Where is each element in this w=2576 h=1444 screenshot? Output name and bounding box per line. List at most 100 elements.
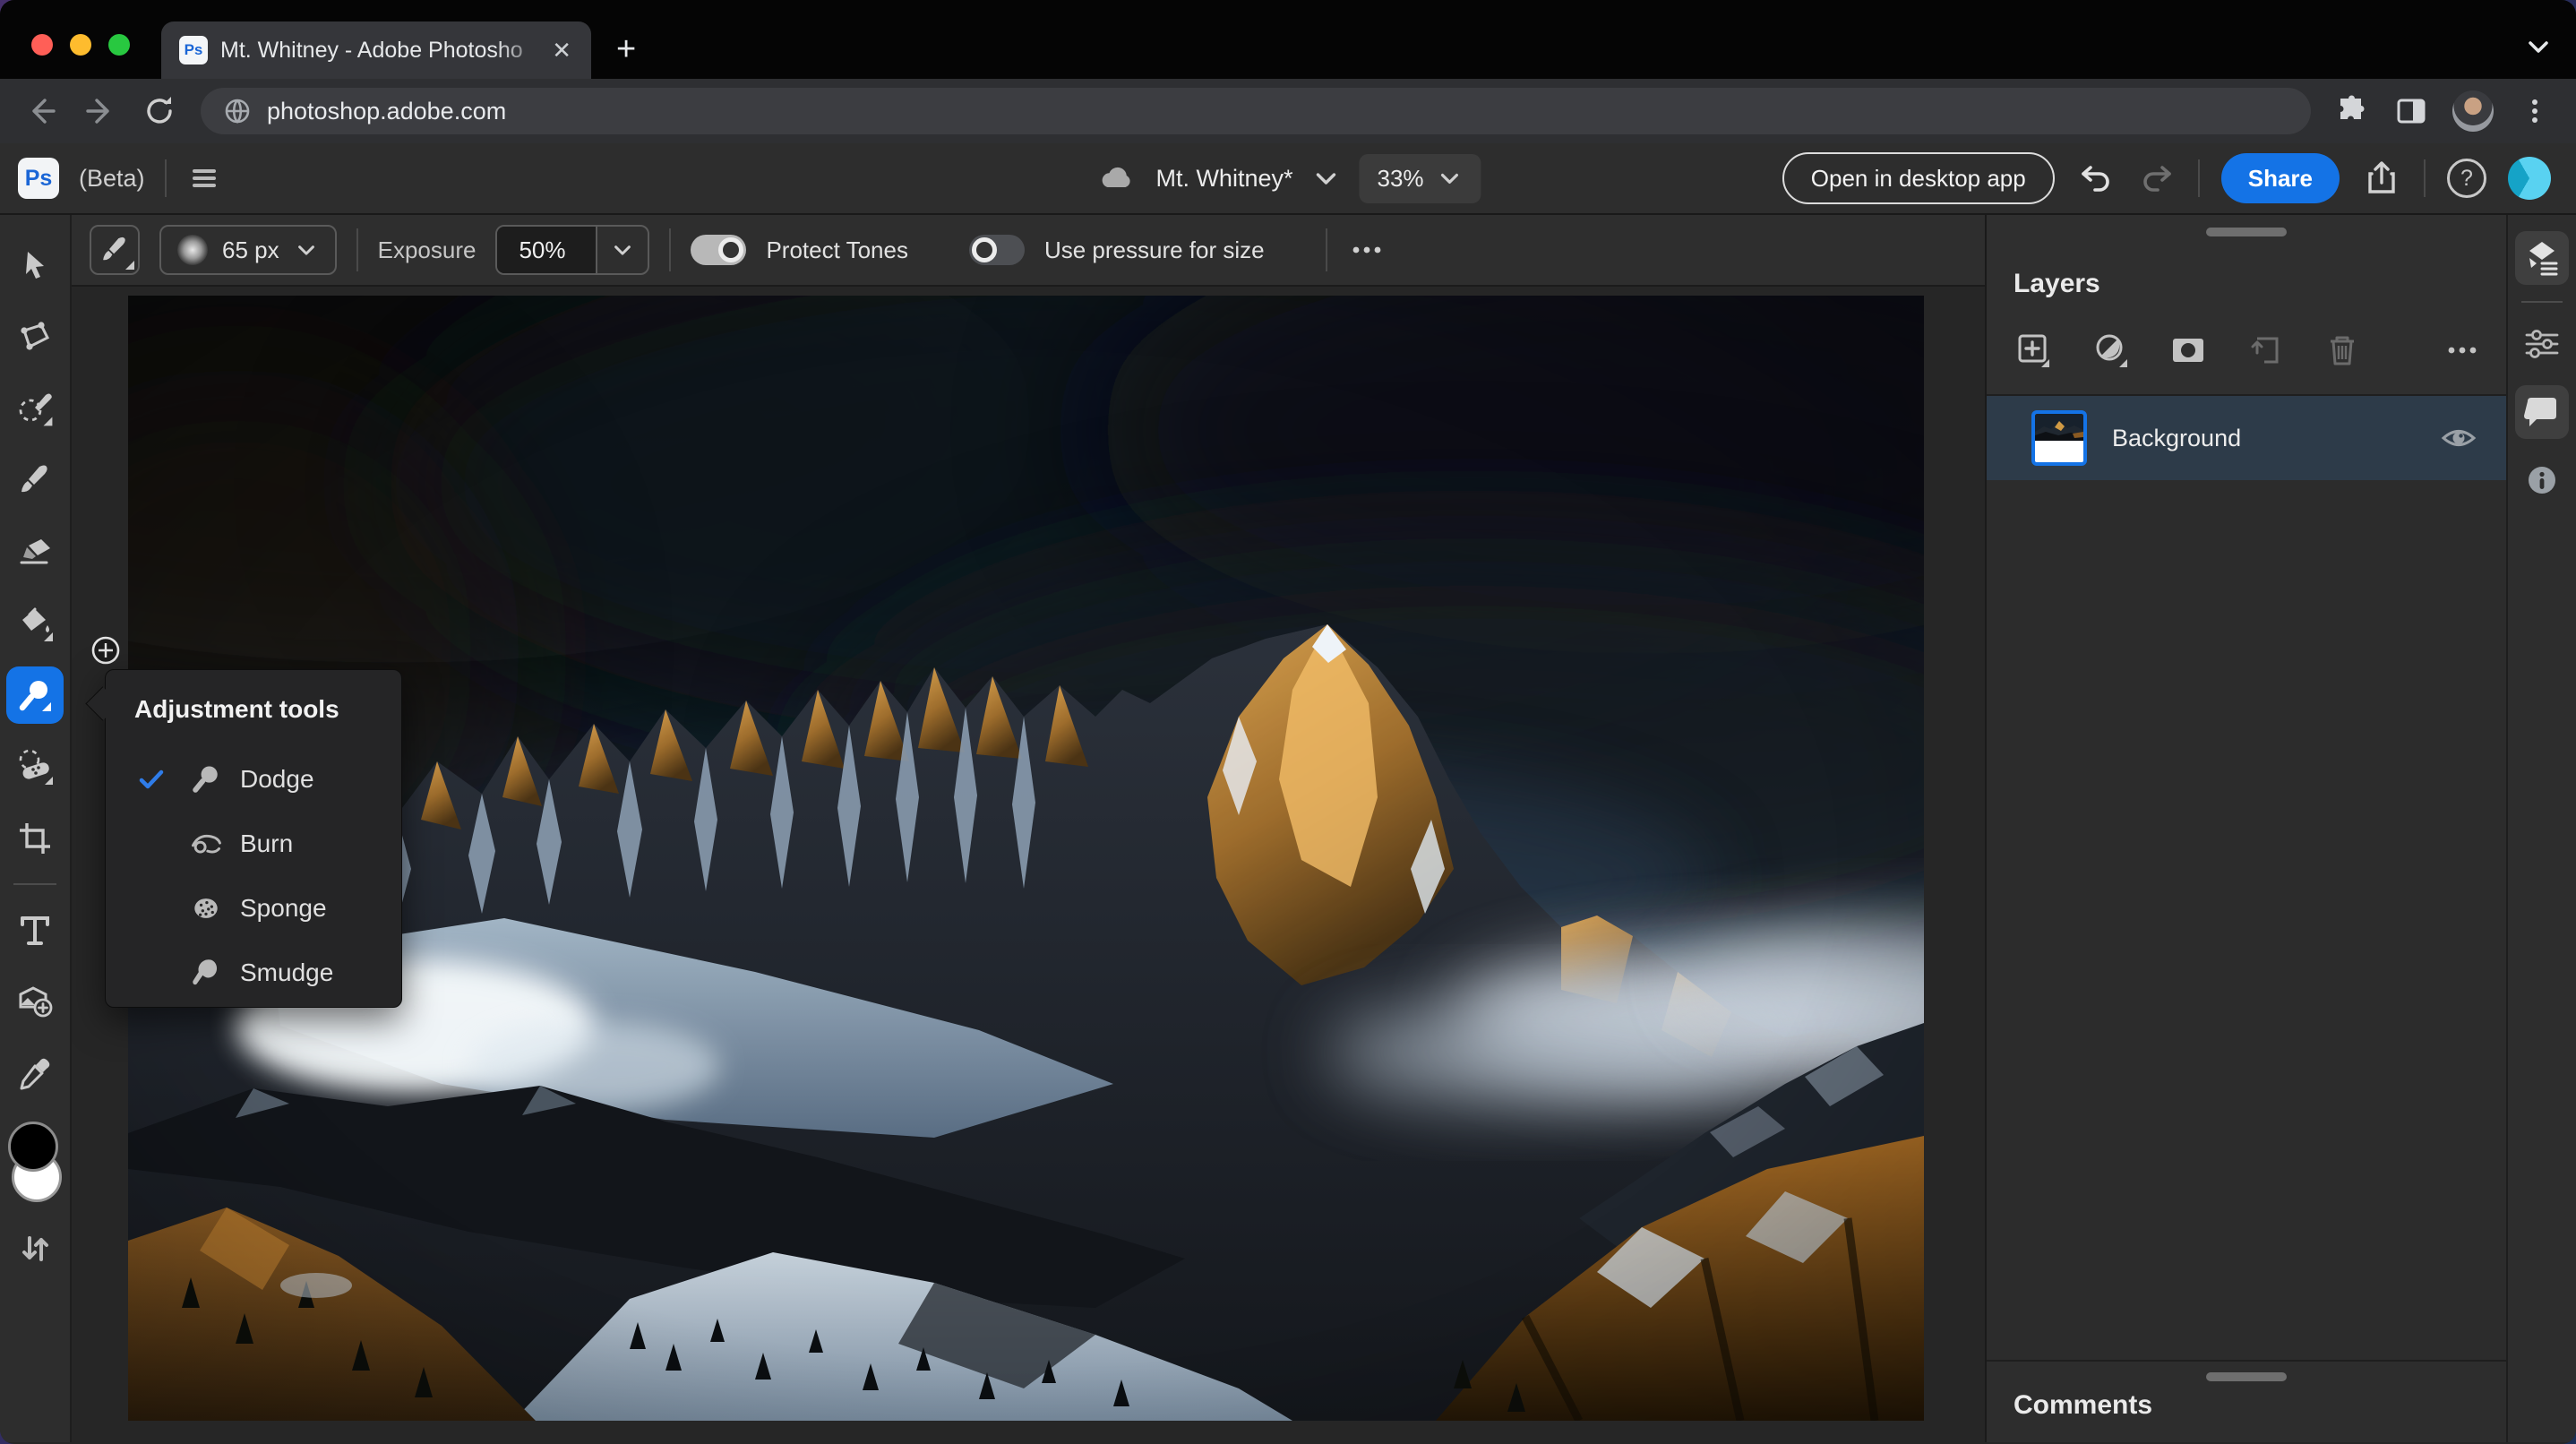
redo-icon[interactable] (2137, 159, 2177, 198)
document-chevron-icon[interactable] (1311, 163, 1342, 193)
exposure-combo[interactable]: 50% (495, 225, 649, 275)
tool-move[interactable] (0, 229, 71, 301)
layer-name: Background (2112, 425, 2438, 452)
minimize-window-button[interactable] (70, 34, 91, 56)
layers-panel-actions (2014, 330, 2483, 371)
comments-panel-tab-icon[interactable] (2515, 385, 2569, 439)
document-title[interactable]: Mt. Whitney* (1155, 165, 1292, 193)
address-bar[interactable]: photoshop.adobe.com (201, 88, 2311, 134)
tool-brush[interactable] (0, 444, 71, 516)
open-in-desktop-app-button[interactable]: Open in desktop app (1782, 152, 2055, 204)
undo-icon[interactable] (2076, 159, 2116, 198)
tool-eraser[interactable] (0, 516, 71, 588)
tab-close-icon[interactable]: ✕ (548, 37, 575, 64)
divider (2424, 159, 2426, 197)
exposure-dropdown-button[interactable] (596, 227, 648, 273)
right-panel-strip (2506, 215, 2576, 1442)
tool-fill[interactable] (0, 588, 71, 659)
smudge-icon (181, 955, 231, 991)
add-layer-icon[interactable] (2014, 330, 2055, 371)
url-text: photoshop.adobe.com (267, 98, 506, 125)
beta-label: (Beta) (79, 165, 145, 193)
layer-visibility-eye-icon[interactable] (2438, 417, 2479, 459)
tool-dodge[interactable] (0, 659, 71, 731)
color-swatches[interactable] (6, 1122, 64, 1208)
flyout-item-dodge[interactable]: Dodge (106, 747, 401, 812)
zoom-value: 33% (1378, 165, 1424, 193)
export-icon[interactable] (2361, 158, 2402, 199)
tool-quick-select[interactable] (0, 373, 71, 444)
side-panel-icon[interactable] (2393, 93, 2429, 129)
ps-app-header: Ps (Beta) Mt. Whitney* 33% Open in deskt… (0, 143, 2576, 215)
share-button[interactable]: Share (2221, 153, 2340, 203)
protect-tones-toggle[interactable] (691, 235, 746, 265)
info-icon[interactable] (2515, 453, 2569, 507)
new-tab-button[interactable]: + (616, 32, 636, 66)
zoom-window-button[interactable] (108, 34, 130, 56)
layer-thumbnail[interactable] (2031, 410, 2087, 466)
exposure-label: Exposure (378, 236, 477, 264)
zoom-level-dropdown[interactable]: 33% (1360, 154, 1481, 203)
browser-toolbar: photoshop.adobe.com (0, 79, 2576, 143)
layers-panel-empty-area (1987, 480, 2506, 1360)
tool-type[interactable] (0, 894, 71, 966)
browser-menu-kebab-icon[interactable] (2517, 93, 2553, 129)
toolbar-divider (13, 883, 56, 885)
toggle-knob (718, 237, 743, 262)
tool-place-image[interactable] (0, 966, 71, 1037)
layer-thumbnail-image (2035, 414, 2083, 441)
brush-tip-button[interactable] (90, 225, 140, 275)
tool-eyedropper[interactable] (0, 1037, 71, 1109)
clipping-mask-icon[interactable] (2245, 330, 2286, 371)
tools-sidebar (0, 215, 72, 1442)
protect-tones-label: Protect Tones (766, 236, 908, 264)
tool-lasso[interactable] (0, 301, 71, 373)
divider (165, 159, 167, 197)
tab-search-chevron-icon[interactable] (2522, 30, 2555, 63)
layer-mask-icon[interactable] (2168, 330, 2209, 371)
divider (356, 228, 358, 271)
brush-size-dropdown[interactable]: 65 px (159, 225, 337, 275)
flyout-item-burn[interactable]: Burn (106, 812, 401, 876)
layers-panel-tab-icon[interactable] (2515, 231, 2569, 285)
divider (1326, 228, 1327, 271)
main-menu-hamburger-icon[interactable] (186, 160, 222, 196)
panel-drag-handle[interactable] (2206, 228, 2287, 236)
dodge-icon (181, 761, 231, 797)
adjustment-layer-icon[interactable] (2091, 330, 2132, 371)
tool-healing[interactable] (0, 731, 71, 803)
browser-profile-avatar[interactable] (2452, 90, 2494, 132)
delete-layer-trash-icon[interactable] (2322, 330, 2363, 371)
checkmark-icon (106, 764, 181, 795)
brush-cursor-crosshair-icon (90, 635, 121, 666)
ps-logo: Ps (18, 158, 59, 199)
canvas-workspace[interactable]: Adjustment tools Dodge (72, 287, 1985, 1442)
chevron-down-icon (610, 237, 635, 262)
divider (2198, 159, 2200, 197)
layers-more-ellipsis-icon[interactable] (2442, 330, 2483, 371)
properties-sliders-icon[interactable] (2515, 317, 2569, 371)
layers-panel-title: Layers (2014, 269, 2506, 299)
forward-icon[interactable] (82, 93, 118, 129)
back-icon[interactable] (23, 93, 59, 129)
flyout-indicator (125, 261, 134, 270)
foreground-color-swatch[interactable] (8, 1122, 58, 1172)
soft-brush-preview-icon (177, 235, 208, 265)
tool-crop[interactable] (0, 803, 71, 874)
layer-row-background[interactable]: Background (1987, 396, 2506, 480)
flyout-item-label: Burn (240, 829, 293, 858)
help-icon[interactable]: ? (2447, 159, 2486, 198)
extensions-puzzle-icon[interactable] (2334, 93, 2370, 129)
ps-account-avatar[interactable] (2508, 157, 2551, 200)
close-window-button[interactable] (31, 34, 53, 56)
use-pressure-toggle[interactable] (969, 235, 1025, 265)
browser-tab[interactable]: Ps Mt. Whitney - Adobe Photosho ✕ (161, 21, 591, 79)
chevron-down-icon (294, 237, 319, 262)
layers-panel: Layers (1985, 215, 2506, 1442)
more-options-ellipsis-icon[interactable] (1347, 230, 1387, 270)
reload-icon[interactable] (142, 93, 177, 129)
panel-drag-handle[interactable] (2206, 1372, 2287, 1381)
flyout-item-sponge[interactable]: Sponge (106, 876, 401, 941)
flyout-item-smudge[interactable]: Smudge (106, 941, 401, 1005)
swap-colors-icon[interactable] (0, 1213, 71, 1285)
